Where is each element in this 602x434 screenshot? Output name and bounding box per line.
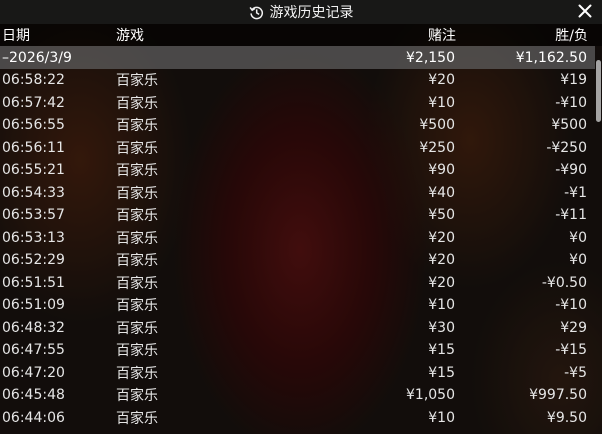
table-row[interactable]: 06:53:57 百家乐 ¥50 -¥11 <box>0 204 595 227</box>
row-time: 06:45:48 <box>2 387 65 404</box>
row-win-loss: -¥10 <box>555 94 587 111</box>
row-game: 百家乐 <box>116 118 158 135</box>
row-win-loss: ¥29 <box>560 319 587 336</box>
column-header-win-loss: 胜/负 <box>555 28 588 44</box>
close-icon <box>578 3 592 22</box>
row-time: 06:58:22 <box>2 72 65 89</box>
row-game: 百家乐 <box>116 410 158 427</box>
summary-win-loss-total: ¥1,162.50 <box>515 49 587 66</box>
row-game: 百家乐 <box>116 95 158 112</box>
row-bet: ¥15 <box>428 364 455 381</box>
scrollbar-thumb[interactable] <box>596 60 601 122</box>
row-time: 06:52:29 <box>2 252 65 269</box>
row-win-loss: -¥11 <box>555 207 587 224</box>
table-row[interactable]: 06:55:21 百家乐 ¥90 -¥90 <box>0 159 595 182</box>
row-bet: ¥20 <box>428 72 455 89</box>
row-bet: ¥50 <box>428 207 455 224</box>
row-time: 06:47:20 <box>2 364 65 381</box>
row-bet: ¥250 <box>419 139 455 156</box>
row-time: 06:51:09 <box>2 297 65 314</box>
history-icon <box>249 5 264 20</box>
row-game: 百家乐 <box>116 343 158 360</box>
table-row[interactable]: 06:56:55 百家乐 ¥500 ¥500 <box>0 114 595 137</box>
row-bet: ¥10 <box>428 297 455 314</box>
row-bet: ¥20 <box>428 229 455 246</box>
table-row[interactable]: 06:47:55 百家乐 ¥15 -¥15 <box>0 339 595 362</box>
row-time: 06:47:55 <box>2 342 65 359</box>
summary-bet-total: ¥2,150 <box>406 49 455 66</box>
row-bet: ¥500 <box>419 117 455 134</box>
row-bet: ¥10 <box>428 409 455 426</box>
row-time: 06:54:33 <box>2 184 65 201</box>
row-bet: ¥90 <box>428 162 455 179</box>
table-row[interactable]: 06:54:33 百家乐 ¥40 -¥1 <box>0 182 595 205</box>
table-row[interactable]: 06:45:48 百家乐 ¥1,050 ¥997.50 <box>0 384 595 407</box>
column-header-bet: 赌注 <box>428 28 456 44</box>
table-row[interactable]: 06:57:42 百家乐 ¥10 -¥10 <box>0 92 595 115</box>
row-win-loss: -¥5 <box>564 364 587 381</box>
table-row[interactable]: 06:52:29 百家乐 ¥20 ¥0 <box>0 249 595 272</box>
row-time: 06:44:06 <box>2 409 65 426</box>
row-win-loss: -¥90 <box>555 162 587 179</box>
row-time: 06:51:51 <box>2 274 65 291</box>
title-bar: 游戏历史记录 <box>0 0 602 24</box>
row-time: 06:57:42 <box>2 94 65 111</box>
row-game: 百家乐 <box>116 185 158 202</box>
row-game: 百家乐 <box>116 320 158 337</box>
row-time: 06:55:21 <box>2 162 65 179</box>
table-row[interactable]: 06:58:22 百家乐 ¥20 ¥19 <box>0 69 595 92</box>
row-game: 百家乐 <box>116 73 158 90</box>
row-time: 06:56:55 <box>2 117 65 134</box>
row-win-loss: -¥15 <box>555 342 587 359</box>
window-title: 游戏历史记录 <box>269 5 354 21</box>
row-game: 百家乐 <box>116 140 158 157</box>
row-win-loss: -¥10 <box>555 297 587 314</box>
table-row[interactable]: 06:44:06 百家乐 ¥10 ¥9.50 <box>0 407 595 430</box>
summary-date: –2026/3/9 <box>2 49 72 66</box>
row-game: 百家乐 <box>116 275 158 292</box>
title-group: 游戏历史记录 <box>249 2 354 22</box>
row-win-loss: -¥1 <box>564 184 587 201</box>
row-bet: ¥40 <box>428 184 455 201</box>
row-win-loss: ¥0 <box>569 229 587 246</box>
row-bet: ¥30 <box>428 319 455 336</box>
row-bet: ¥20 <box>428 252 455 269</box>
row-win-loss: ¥0 <box>569 252 587 269</box>
table-row[interactable]: 06:48:32 百家乐 ¥30 ¥29 <box>0 317 595 340</box>
table-row[interactable]: 06:53:13 百家乐 ¥20 ¥0 <box>0 227 595 250</box>
row-win-loss: ¥9.50 <box>546 409 587 426</box>
row-bet: ¥20 <box>428 274 455 291</box>
row-time: 06:56:11 <box>2 139 65 156</box>
row-win-loss: -¥250 <box>546 139 587 156</box>
row-win-loss: ¥500 <box>551 117 587 134</box>
row-time: 06:48:32 <box>2 319 65 336</box>
row-game: 百家乐 <box>116 298 158 315</box>
row-game: 百家乐 <box>116 365 158 382</box>
row-bet: ¥15 <box>428 342 455 359</box>
row-time: 06:53:13 <box>2 229 65 246</box>
column-header-game: 游戏 <box>116 28 144 44</box>
row-win-loss: -¥0.50 <box>541 274 587 291</box>
row-game: 百家乐 <box>116 230 158 247</box>
row-game: 百家乐 <box>116 163 158 180</box>
table-header: 日期 游戏 赌注 胜/负 <box>0 24 602 46</box>
table-row[interactable]: 06:47:20 百家乐 ¥15 -¥5 <box>0 362 595 385</box>
row-game: 百家乐 <box>116 388 158 405</box>
row-win-loss: ¥997.50 <box>529 387 587 404</box>
table-row[interactable]: 06:51:09 百家乐 ¥10 -¥10 <box>0 294 595 317</box>
row-bet: ¥1,050 <box>406 387 455 404</box>
table-row[interactable]: 06:56:11 百家乐 ¥250 -¥250 <box>0 137 595 160</box>
row-game: 百家乐 <box>116 253 158 270</box>
row-game: 百家乐 <box>116 208 158 225</box>
table-row[interactable]: 06:51:51 百家乐 ¥20 -¥0.50 <box>0 272 595 295</box>
column-header-date: 日期 <box>2 28 30 44</box>
row-bet: ¥10 <box>428 94 455 111</box>
row-time: 06:53:57 <box>2 207 65 224</box>
row-win-loss: ¥19 <box>560 72 587 89</box>
date-summary-row[interactable]: –2026/3/9 ¥2,150 ¥1,162.50 <box>0 46 595 69</box>
close-button[interactable] <box>576 2 594 22</box>
